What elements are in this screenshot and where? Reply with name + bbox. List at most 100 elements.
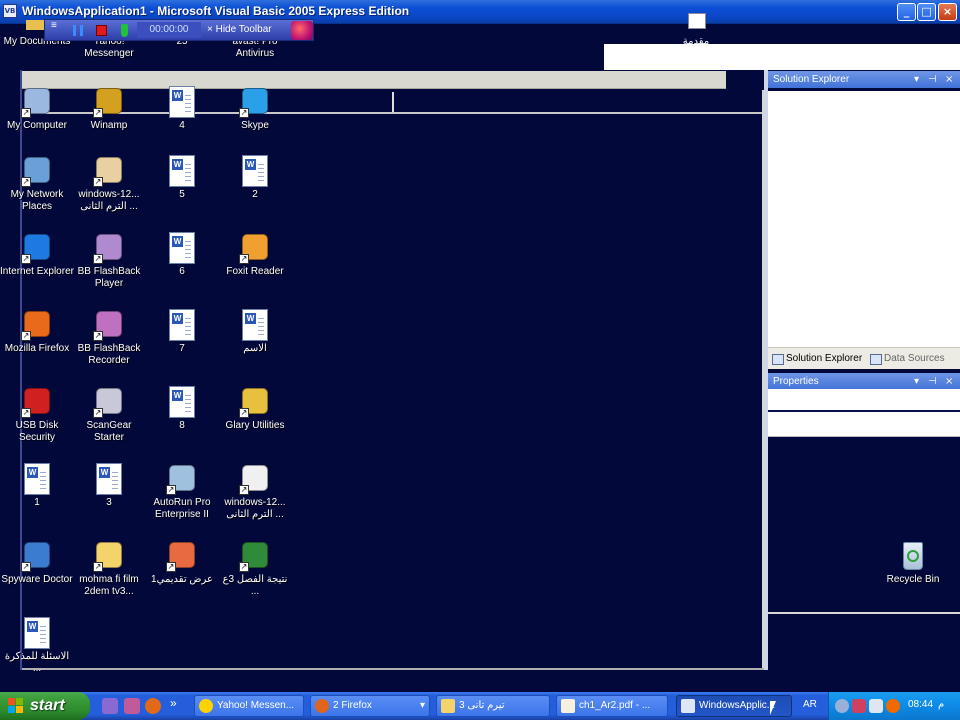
desktop-icon[interactable]: ↗ windows-12... الترم الثانى ... [72, 155, 146, 213]
solution-explorer-title: Solution Explorer [773, 74, 850, 85]
tray-avast-icon[interactable] [886, 699, 900, 713]
solution-explorer-header[interactable]: Solution Explorer ▾ ⊣ × [768, 71, 960, 88]
desktop-icon[interactable]: 3 [72, 463, 146, 509]
desktop-icon-label: Winamp [90, 120, 128, 131]
tab-solution-explorer[interactable]: Solution Explorer [770, 351, 862, 367]
tab-data-sources[interactable]: Data Sources [868, 351, 945, 367]
shortcut-arrow-icon: ↗ [239, 562, 249, 572]
properties-header[interactable]: Properties ▾ ⊣ × [768, 373, 960, 390]
shortcut-arrow-icon: ↗ [21, 408, 31, 418]
desktop-icon[interactable]: ↗ ScanGear Starter [72, 386, 146, 444]
desktop-icon[interactable]: ↗ Foxit Reader [218, 232, 292, 278]
desktop-icon[interactable]: 1 [0, 463, 74, 509]
shortcut-arrow-icon: ↗ [93, 108, 103, 118]
desktop-icon[interactable]: 4 [145, 86, 219, 132]
shortcut-arrow-icon: ↗ [239, 108, 249, 118]
desktop-icon[interactable]: ↗ USB Disk Security [0, 386, 74, 444]
stop-icon[interactable] [96, 25, 107, 36]
desktop-icon[interactable]: ↗ Spyware Doctor [0, 540, 74, 586]
shortcut-arrow-icon: ↗ [166, 562, 176, 572]
word-document-icon [93, 463, 125, 495]
task-yahoo[interactable]: Yahoo! Messen... [194, 695, 304, 717]
vb-icon [681, 699, 695, 713]
designer-splitter[interactable] [392, 92, 394, 112]
quicklaunch-overflow-icon[interactable]: » [170, 696, 177, 710]
properties-grid[interactable] [768, 389, 960, 437]
desktop-icon[interactable]: ↗ windows-12... الترم الثانى ... [218, 463, 292, 521]
network-icon: ↗ [21, 155, 53, 187]
desktop-icon[interactable]: ↗ BB FlashBack Player [72, 232, 146, 290]
quicklaunch-media-icon[interactable] [102, 698, 118, 714]
desktop-icon[interactable]: ↗ Winamp [72, 86, 146, 132]
desktop-icon-label: 2 [252, 189, 258, 200]
recorder-logo-icon[interactable] [291, 21, 313, 40]
clock[interactable]: 08:44 [908, 699, 933, 710]
desktop-icon[interactable]: 8 [145, 386, 219, 432]
group-dropdown-icon: ▾ [419, 700, 425, 711]
desktop-icon[interactable]: 6 [145, 232, 219, 278]
desktop-icon[interactable]: الاسم [218, 309, 292, 355]
dropdown-icon[interactable]: ▾ [914, 71, 919, 88]
pin-icon[interactable]: ⊣ [928, 71, 937, 88]
marker-icon[interactable] [121, 24, 128, 37]
desktop-icon[interactable]: 7 [145, 309, 219, 355]
desktop-icon-label: Mozilla Firefox [4, 343, 70, 354]
desktop-icon-label: ScanGear Starter [86, 420, 132, 443]
word-document-icon [166, 86, 198, 118]
desktop-icon[interactable]: ↗ My Computer [0, 86, 74, 132]
desktop-icon[interactable]: ↗ My Network Places [0, 155, 74, 213]
clock-period: م [938, 699, 945, 710]
desktop-icon[interactable]: 5 [145, 155, 219, 201]
dropdown-icon[interactable]: ▾ [914, 373, 919, 390]
desktop-icon-label: 4 [179, 120, 185, 131]
desktop-icon[interactable]: ↗ AutoRun Pro Enterprise II [145, 463, 219, 521]
desktop-icon-recycle-bin[interactable]: Recycle Bin [876, 540, 950, 586]
maximize-button[interactable]: □ [917, 3, 936, 21]
desktop-icon-label: عرض تقديمي1 [151, 574, 213, 585]
toolbar-grip-icon[interactable]: ≡ [51, 21, 59, 37]
ide-toolbar-area [604, 44, 960, 70]
vb-app-icon[interactable]: VB [3, 4, 17, 18]
pin-icon[interactable]: ⊣ [928, 373, 937, 390]
start-button[interactable]: start [0, 692, 90, 720]
desktop-icon-label: 3 [106, 497, 112, 508]
task-folder[interactable]: 3 تيرم تانى [436, 695, 550, 717]
quicklaunch-app-icon[interactable] [124, 698, 140, 714]
task-pdf[interactable]: ch1_Ar2.pdf - ... [556, 695, 668, 717]
task-firefox[interactable]: 2 Firefox ▾ [310, 695, 430, 717]
desktop-icon[interactable]: 2 [218, 155, 292, 201]
designer-bottom-border [22, 668, 764, 670]
glary-icon: ↗ [239, 386, 271, 418]
desktop-icon[interactable]: ↗ Skype [218, 86, 292, 132]
quicklaunch-firefox-icon[interactable] [145, 698, 161, 714]
desktop-icon[interactable]: الاسئلة للمذكرة ... [0, 617, 74, 675]
word-document-icon [239, 309, 271, 341]
desktop-icon[interactable]: ↗ عرض تقديمي1 [145, 540, 219, 586]
desktop-icon-label: Glary Utilities [225, 420, 285, 431]
computer-icon: ↗ [21, 86, 53, 118]
language-indicator[interactable]: AR [803, 699, 817, 710]
flashback-recorder-icon: ↗ [93, 309, 125, 341]
hide-toolbar-button[interactable]: × Hide Toolbar [207, 22, 272, 38]
solution-explorer-body[interactable] [768, 91, 960, 347]
desktop-icon[interactable]: ↗ نتيجة الفصل 3ع ... [218, 540, 292, 598]
desktop-icon[interactable]: ↗ Internet Explorer [0, 232, 74, 278]
tray-back-icon[interactable] [835, 699, 849, 713]
properties-bottom-border [768, 612, 960, 614]
close-icon[interactable]: × [945, 71, 953, 88]
desktop-icon[interactable]: ↗ mohma fi film 2dem tv3... [72, 540, 146, 598]
tray-network-icon[interactable] [869, 699, 883, 713]
shortcut-arrow-icon: ↗ [21, 108, 31, 118]
close-icon[interactable]: × [945, 373, 953, 390]
desktop-icon[interactable]: ↗ Mozilla Firefox [0, 309, 74, 355]
pause-icon[interactable] [73, 25, 83, 36]
desktop-icon[interactable]: ↗ BB FlashBack Recorder [72, 309, 146, 367]
desktop-icon[interactable]: ↗ Glary Utilities [218, 386, 292, 432]
word-document-icon [21, 617, 53, 649]
shortcut-arrow-icon: ↗ [93, 408, 103, 418]
desktop-icon-label: 1 [34, 497, 40, 508]
close-button[interactable]: × [938, 3, 957, 21]
shortcut-arrow-icon: ↗ [21, 331, 31, 341]
minimize-button[interactable]: _ [897, 3, 916, 21]
tray-security-icon[interactable] [852, 699, 866, 713]
